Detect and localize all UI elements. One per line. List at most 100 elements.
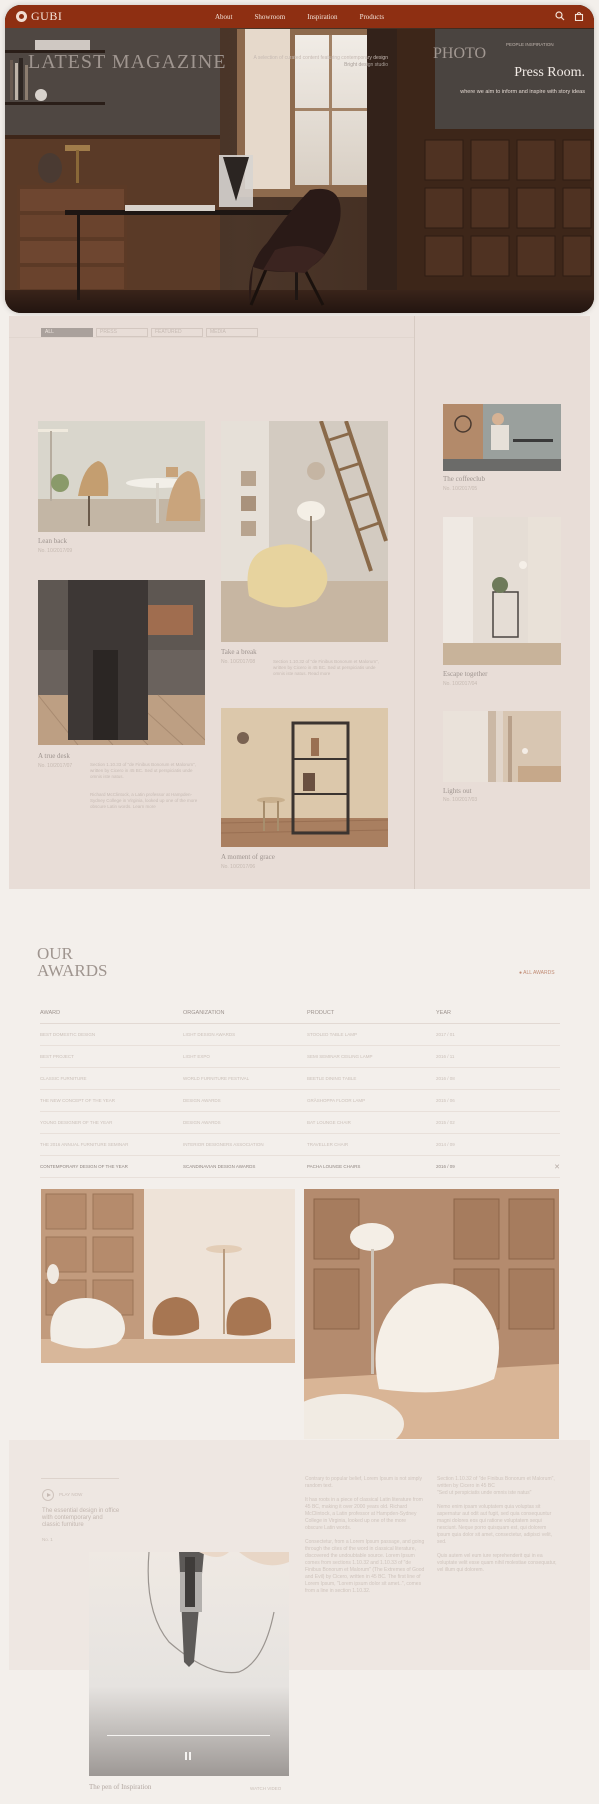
col-year: YEAR [436,1010,451,1016]
nav-link-about[interactable]: About [215,13,233,21]
card-title-take-a-break[interactable]: Take a break [221,648,257,656]
divider [9,337,414,338]
year-cell: 2016 / 09 [436,1164,455,1169]
video-title[interactable]: The pen of Inspiration [89,1783,151,1791]
gubi-logo[interactable]: GUBI [16,9,62,24]
product-cell: STOOLED TABLE LAMP [307,1032,358,1037]
card-image-take-a-break[interactable] [221,421,388,642]
bag-icon[interactable] [574,11,584,21]
org-cell: WORLD FURNITURE FESTIVAL [183,1076,250,1081]
photo-number: No. 10/2017/04 [443,681,478,687]
nav-icons [555,11,584,21]
photo-title: PHOTO [433,45,487,62]
logo-text: GUBI [31,9,63,23]
col-organization: ORGANIZATION [183,1010,225,1016]
award-row[interactable]: THE NEW CONCEPT OF THE YEAR DESIGN AWARDS… [40,1090,560,1112]
product-cell: GRÄSHOPPA FLOOR LAMP [307,1098,366,1103]
search-icon[interactable] [555,11,565,21]
award-row[interactable]: BEST DOMESTIC DESIGN LIGHT DESIGN AWARDS S… [40,1024,560,1046]
org-cell: INTERIOR DESIGNERS ASSOCIATION [183,1142,264,1147]
awards-table: AWARD ORGANIZATION PRODUCT YEAR BEST DOM… [40,1010,560,1178]
all-awards-link[interactable]: ● ALL AWARDS [519,970,555,976]
pause-icon[interactable] [184,1752,192,1760]
nav-link-products[interactable]: Products [360,13,385,21]
org-cell: SCANDINAVIAN DESIGN AWARDS [183,1164,256,1169]
play-icon[interactable] [42,1489,54,1501]
magazine-title: LATEST MAGAZINE [28,51,227,73]
video-progress-bar[interactable] [107,1735,270,1736]
card-image-lean-back[interactable] [38,421,205,532]
award-cell: THE 2016 ANNUAL FURNITURE SEMINAR [40,1142,129,1147]
awards-table-header: AWARD ORGANIZATION PRODUCT YEAR [40,1010,560,1024]
award-cell: YOUNG DESIGNER OF THE YEAR [40,1120,113,1125]
award-cell: BEST DOMESTIC DESIGN [40,1032,96,1037]
col-award: AWARD [40,1010,61,1016]
all-awards-label: ALL AWARDS [523,970,555,976]
card-image-a-moment-of-grace[interactable] [221,708,388,847]
org-cell: LIGHT DESIGN AWARDS [183,1032,236,1037]
filter-tabs: ALL PRESS FEATURED MEDIA [41,328,258,337]
main-nav: About Showroom Inspiration Products [215,5,406,28]
award-row-expanded[interactable]: CONTEMPORARY DESIGN OF THE YEAR SCANDINAV… [40,1156,560,1178]
inspiration-text-col1: Contrary to popular belief, Lorem Ipsum … [305,1476,425,1594]
photo-number: No. 10/2017/05 [443,486,478,492]
photo-title-escape-together[interactable]: Escape together [443,670,488,678]
inspiration-number: No. 1 [42,1537,53,1542]
card-title-a-true-desk[interactable]: A true desk [38,752,70,760]
product-cell: TRAVELLER CHAIR [307,1142,349,1147]
inspiration-text-col2: Section 1.10.32 of "de Finibus Bonorum e… [437,1476,557,1573]
photo-image-lights-out[interactable] [443,711,561,782]
hero-title: Press Room. [514,65,585,80]
card-number: No. 10/2017/08 [221,659,256,665]
card-title-lean-back[interactable]: Lean back [38,537,67,545]
photo-title-lights-out[interactable]: Lights out [443,787,472,795]
magazine-intro-text: A selection of curated content featuring… [253,55,388,61]
product-cell: BAT LOUNGE CHAIR [307,1120,351,1125]
year-cell: 2015 / 06 [436,1098,455,1103]
award-image-lounge [41,1189,295,1363]
award-row[interactable]: YOUNG DESIGNER OF THE YEAR DESIGN AWARDS B… [40,1112,560,1134]
close-icon[interactable]: ✕ [554,1163,560,1171]
divider [41,1478,119,1479]
award-row[interactable]: BEST PROJECT LIGHT EXPO SEMI SEMINAR CEILI… [40,1046,560,1068]
column-divider [414,316,415,889]
filter-tab-featured[interactable]: FEATURED [151,328,203,337]
award-cell: THE NEW CONCEPT OF THE YEAR [40,1098,116,1103]
award-row[interactable]: CLASSIC FURNITURE WORLD FURNITURE FESTIVA… [40,1068,560,1090]
inspiration-intro: The essential design in office with cont… [42,1508,120,1528]
award-cell: CLASSIC FURNITURE [40,1076,87,1081]
video-player[interactable] [89,1552,289,1776]
magazine-intro-link[interactable]: Bright design studio [250,62,388,68]
photo-image-escape-together[interactable] [443,517,561,665]
hero-subtitle: where we aim to inform and inspire with … [460,89,585,95]
filter-tab-media[interactable]: MEDIA [206,328,258,337]
nav-link-showroom[interactable]: Showroom [255,13,286,21]
awards-title-line2: AWARDS [37,961,108,980]
col-product: PRODUCT [307,1010,335,1016]
product-cell: PACHA LOUNGE CHAIRS [307,1164,361,1169]
awards-title: OUR AWARDS [37,945,107,979]
filter-tab-all[interactable]: ALL [41,328,93,337]
card-title-a-moment-of-grace[interactable]: A moment of grace [221,853,275,861]
product-cell: SEMI SEMINAR CEILING LAMP [307,1054,373,1059]
card-excerpt: Section 1.10.33 of "de Finibus Bonorum e… [90,762,197,779]
logo-mark-icon [16,11,27,22]
nav-link-inspiration[interactable]: Inspiration [307,13,337,21]
photo-section-link[interactable]: PEOPLE INSPIRATION [506,42,554,47]
card-number: No. 10/2017/09 [38,548,73,554]
photo-number: No. 10/2017/03 [443,797,478,803]
card-number: No. 10/2017/07 [38,763,73,769]
photo-title-coffeeclub[interactable]: The coffeeclub [443,475,485,483]
filter-tab-press[interactable]: PRESS [96,328,148,337]
magazine-intro: A selection of curated content featuring… [250,55,388,68]
photo-image-coffeeclub[interactable] [443,404,561,471]
video-frame [89,1552,289,1776]
card-image-a-true-desk[interactable] [38,580,205,745]
video-link[interactable]: WATCH VIDEO [250,1786,281,1791]
product-cell: BEETLE DINING TABLE [307,1076,357,1081]
award-row[interactable]: THE 2016 ANNUAL FURNITURE SEMINAR INTERIO… [40,1134,560,1156]
play-label[interactable]: PLAY NOW [59,1492,82,1497]
award-image-pacha-chair [304,1189,559,1439]
org-cell: DESIGN AWARDS [183,1098,221,1103]
card-number: No. 10/2017/06 [221,864,256,870]
